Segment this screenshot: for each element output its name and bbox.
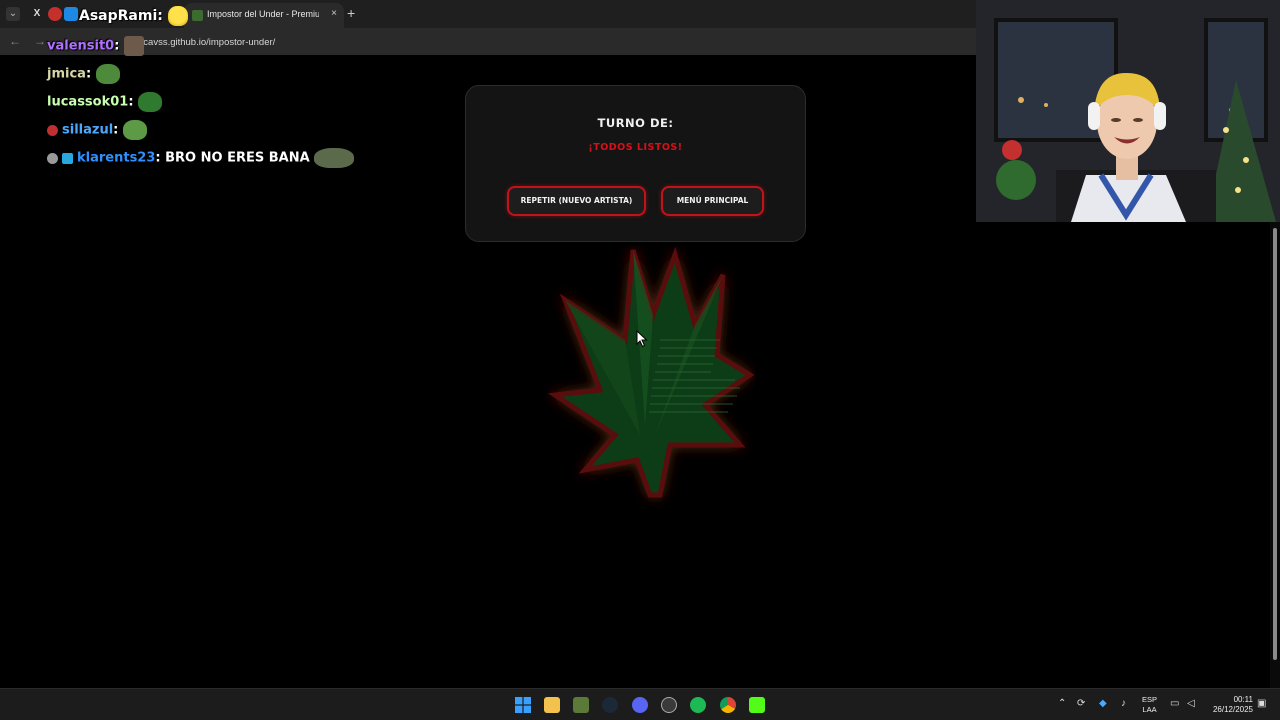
spotify-icon[interactable] <box>690 697 706 713</box>
emote-icon <box>167 6 188 26</box>
keyboard-layout: LAA <box>1142 705 1157 714</box>
repeat-new-artist-button[interactable]: REPETIR (NUEVO ARTISTA) <box>507 186 646 216</box>
sync-icon[interactable]: ⟳ <box>1077 698 1085 709</box>
windows-taskbar: ⌃ ⟳ ◆ ♪ ESP LAA ▭ ◁ 00:11 26/12/2025 ▣ <box>0 688 1280 720</box>
chat-message: klarents23: BRO NO ERES BANA <box>47 148 355 168</box>
tab-title: Impostor del Under - Premium <box>207 9 319 19</box>
pinned-tab-icon[interactable] <box>48 7 62 21</box>
page-scrollbar[interactable] <box>1270 222 1280 688</box>
avatar-emote-icon <box>123 36 144 56</box>
badge-icon-2 <box>62 152 73 164</box>
obs-icon[interactable] <box>661 697 677 713</box>
pepe-emote-icon <box>122 120 147 140</box>
x-tab-icon[interactable]: X <box>30 7 44 21</box>
chat-username: valensit0 <box>47 38 115 54</box>
pinned-tab-icon-2[interactable] <box>64 7 78 21</box>
scrollbar-thumb[interactable] <box>1273 228 1277 660</box>
file-explorer-icon[interactable] <box>544 697 560 713</box>
chat-username: AsapRami <box>79 8 158 24</box>
clock-date: 26/12/2025 <box>1212 705 1253 714</box>
address-bar: ← → ocavss.github.io/impostor-under/ <box>0 28 976 56</box>
mouse-cursor-icon <box>636 330 648 348</box>
turn-status: ¡TODOS LISTOS! <box>588 142 683 153</box>
network-icon[interactable]: ▭ <box>1170 698 1179 709</box>
volume-icon[interactable]: ◁ <box>1187 698 1195 709</box>
security-icon[interactable]: ◆ <box>1099 698 1107 709</box>
kick-icon[interactable] <box>749 697 765 713</box>
chat-message: sillazul: <box>47 120 147 140</box>
url-field[interactable]: ocavss.github.io/impostor-under/ <box>138 37 275 48</box>
chat-message: jmica: <box>47 64 120 84</box>
chat-message: lucassok01: <box>47 92 163 112</box>
webcam-image <box>976 0 1280 222</box>
leaf-favicon-icon <box>192 10 203 21</box>
tab-search-icon[interactable]: ⌄ <box>6 7 20 21</box>
chat-username: klarents23 <box>77 150 156 166</box>
main-menu-button[interactable]: MENÚ PRINCIPAL <box>661 186 764 216</box>
microphone-icon[interactable]: ♪ <box>1121 698 1126 709</box>
notifications-icon[interactable]: ▣ <box>1257 698 1266 709</box>
language-indicator[interactable]: ESP LAA <box>1142 695 1157 715</box>
chrome-icon[interactable] <box>720 697 736 713</box>
discord-icon[interactable] <box>632 697 648 713</box>
turn-panel: TURNO DE: ¡TODOS LISTOS! REPETIR (NUEVO … <box>465 85 806 242</box>
tray-expand-icon[interactable]: ⌃ <box>1058 698 1066 709</box>
badge-icon <box>47 152 58 164</box>
badge-icon <box>47 124 58 136</box>
chat-username: sillazul <box>62 122 114 138</box>
webcam-overlay <box>976 0 1280 222</box>
chat-message: valensit0: <box>47 36 144 56</box>
tab-close-icon[interactable]: × <box>331 8 337 19</box>
turn-label: TURNO DE: <box>597 116 674 130</box>
chat-message: AsapRami: <box>79 6 188 26</box>
language-code: ESP <box>1142 695 1158 704</box>
steam-icon[interactable] <box>602 697 618 713</box>
leaf-logo-icon <box>547 246 755 498</box>
pepe-emote-icon <box>95 64 120 84</box>
tab-impostor-del-under[interactable]: Impostor del Under - Premium × <box>184 3 344 28</box>
minecraft-icon[interactable] <box>573 697 589 713</box>
forward-button[interactable]: → <box>34 34 46 48</box>
clock-time: 00:11 <box>1233 695 1253 704</box>
chat-text: BRO NO ERES BANA <box>165 150 310 166</box>
chat-username: jmica <box>47 66 86 82</box>
back-button[interactable]: ← <box>9 34 21 48</box>
new-tab-button[interactable]: + <box>347 5 355 21</box>
windows-start-icon[interactable] <box>515 697 531 713</box>
frog-emote-icon <box>314 148 355 168</box>
clock[interactable]: 00:11 26/12/2025 <box>1205 695 1253 715</box>
chat-username: lucassok01 <box>47 94 129 110</box>
pepe-emote-icon <box>138 92 163 112</box>
